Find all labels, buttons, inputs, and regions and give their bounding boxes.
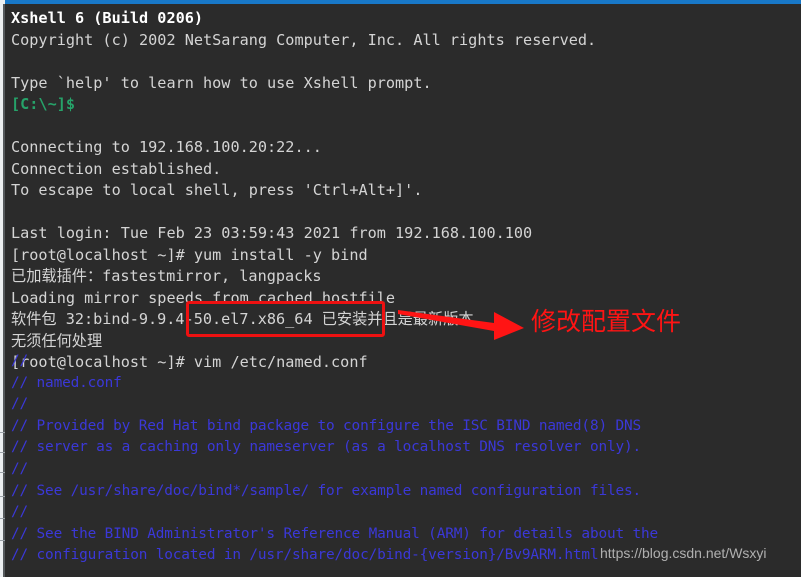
left-edge-tick	[0, 472, 5, 473]
vim-buffer[interactable]: // // named.conf // // Provided by Red Hat …	[11, 351, 801, 577]
left-edge-tick	[0, 540, 5, 541]
annotation-arrow-icon	[398, 306, 524, 340]
terminal-line: 已加载插件：fastestmirror, langpacks	[11, 267, 322, 285]
terminal-line: Connecting to 192.168.100.20:22...	[11, 138, 322, 156]
terminal-line: [C:\~]$	[11, 95, 76, 113]
terminal-surface[interactable]: Xshell 6 (Build 0206) Copyright (c) 2002 …	[5, 4, 801, 577]
left-edge-tick	[0, 452, 5, 453]
terminal-line: Connection established.	[11, 159, 222, 178]
terminal-line: Copyright (c) 2002 NetSarang Computer, I…	[11, 30, 597, 49]
terminal-line: Type `help' to learn how to use Xshell p…	[11, 73, 432, 92]
annotation-highlight-box	[186, 301, 385, 337]
vim-buffer-line: // See the BIND Administrator's Referenc…	[11, 525, 659, 542]
left-edge-tick	[0, 432, 5, 433]
vim-buffer-line: //	[11, 396, 29, 413]
screenshot-root: Xshell 6 (Build 0206) Copyright (c) 2002 …	[0, 0, 801, 577]
terminal-line: [root@localhost ~]# yum install -y bind	[11, 245, 368, 264]
annotation-caption: 修改配置文件	[531, 307, 682, 336]
csdn-watermark: https://blog.csdn.net/Wsxyi	[600, 545, 767, 561]
vim-buffer-line: // See /usr/share/doc/bind*/sample/ for …	[11, 482, 642, 499]
terminal-line: Xshell 6 (Build 0206)	[11, 9, 204, 27]
vim-buffer-line: // server as a caching only nameserver (…	[11, 439, 642, 456]
vim-buffer-line: //	[11, 353, 29, 369]
vim-buffer-line: // named.conf	[11, 374, 122, 391]
terminal-line: To escape to local shell, press 'Ctrl+Al…	[11, 181, 423, 199]
vim-buffer-line: // Provided by Red Hat bind package to c…	[11, 417, 642, 434]
left-edge-tick	[0, 518, 5, 519]
vim-buffer-line: //	[11, 460, 29, 477]
vim-buffer-line	[11, 567, 801, 577]
terminal-line: Last login: Tue Feb 23 03:59:43 2021 fro…	[11, 224, 533, 242]
left-edge-tick	[0, 496, 5, 497]
vim-buffer-line: //	[11, 504, 29, 521]
